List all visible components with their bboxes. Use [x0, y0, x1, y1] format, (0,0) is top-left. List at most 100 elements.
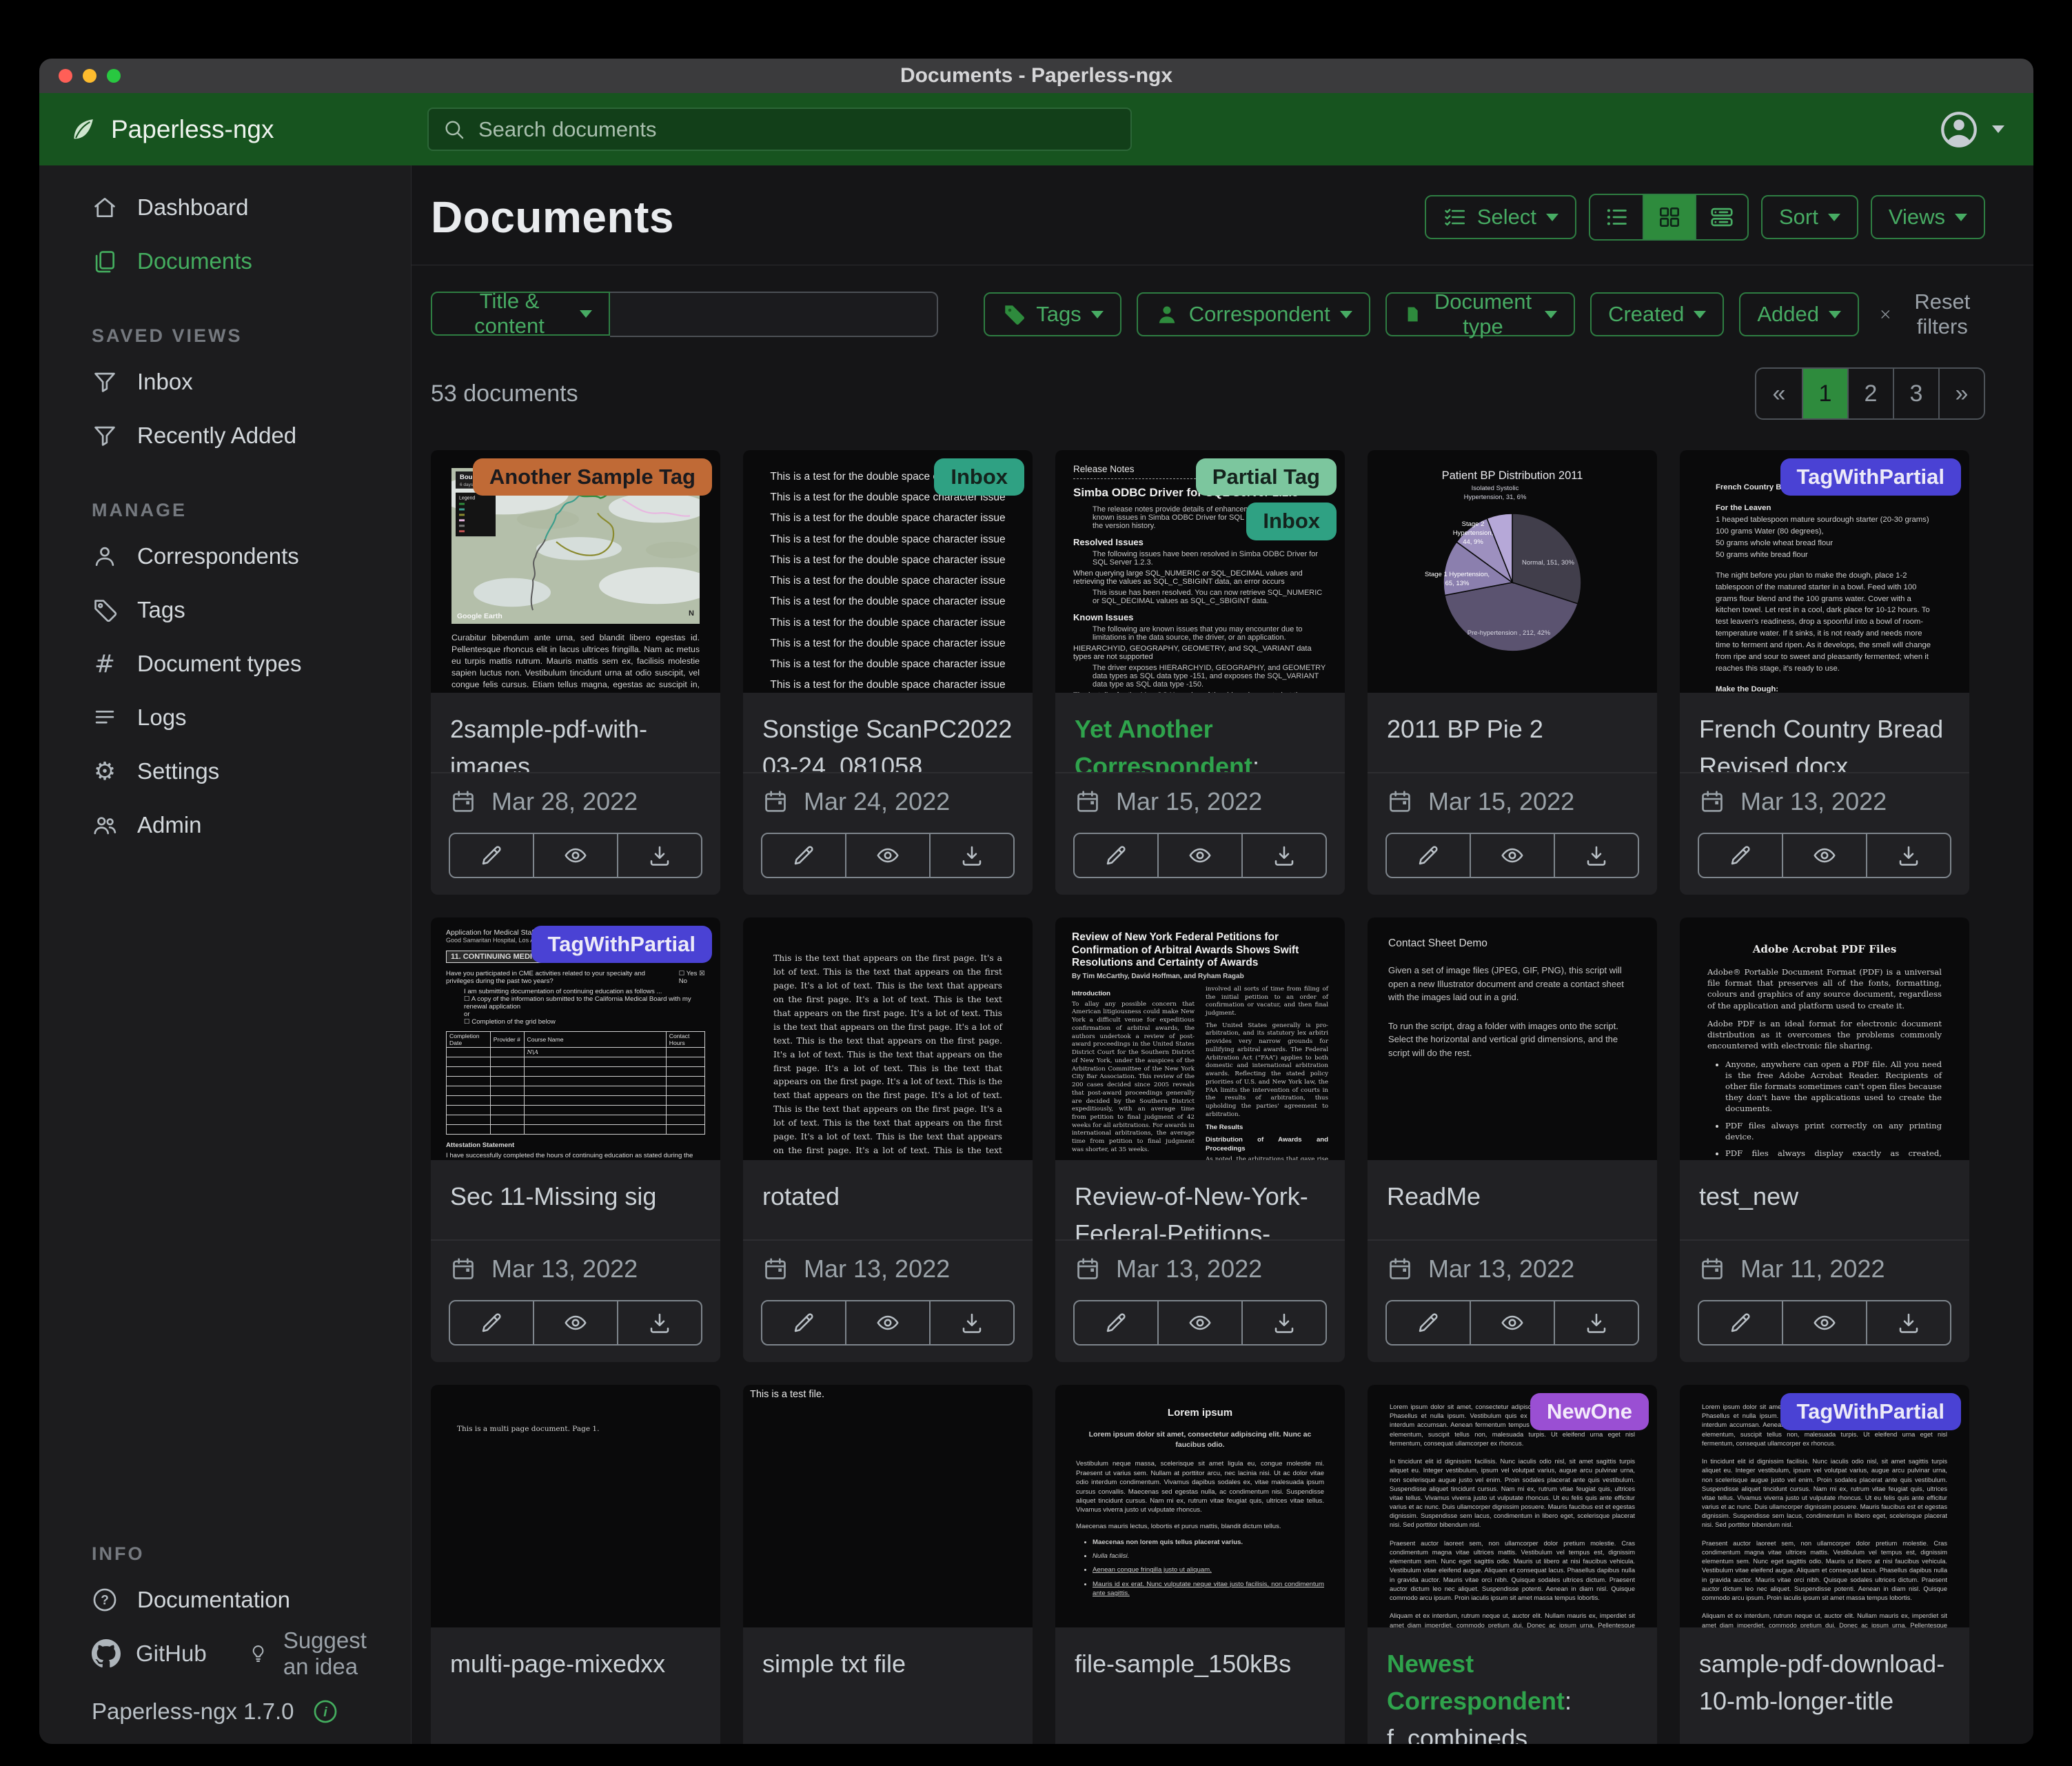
document-title[interactable]: Sec 11-Missing sig	[450, 1178, 701, 1215]
filter-field-dropdown[interactable]: Title & content	[431, 292, 610, 336]
document-thumbnail[interactable]: This is a test file.	[743, 1385, 1033, 1627]
correspondent-link[interactable]: Newest Correspondent	[1387, 1650, 1565, 1715]
document-title[interactable]: rotated	[762, 1178, 1013, 1215]
list-view-button[interactable]	[1590, 195, 1643, 239]
sidebar-item-documents[interactable]: Documents	[39, 234, 411, 288]
edit-button[interactable]	[1699, 834, 1782, 877]
view-button[interactable]	[1470, 834, 1554, 877]
edit-button[interactable]	[1387, 1301, 1470, 1344]
document-title[interactable]: Sonstige ScanPC2022 03-24_081058	[762, 711, 1013, 772]
brand-logo[interactable]: Paperless-ngx	[68, 115, 274, 144]
document-title[interactable]: Yet Another Correspondent: Testing Email	[1075, 711, 1326, 772]
tag-badge[interactable]: Inbox	[934, 458, 1024, 496]
document-title[interactable]: multi-page-mixedxx	[450, 1645, 701, 1683]
edit-button[interactable]	[1699, 1301, 1782, 1344]
tag-badge[interactable]: Partial Tag	[1196, 458, 1337, 496]
sidebar-item-logs[interactable]: Logs	[39, 691, 411, 744]
zoom-window-button[interactable]	[107, 69, 121, 83]
view-button[interactable]	[1470, 1301, 1554, 1344]
document-title[interactable]: sample-pdf-download-10-mb-longer-title	[1699, 1645, 1950, 1720]
document-title[interactable]: file-sample_150kBs	[1075, 1645, 1326, 1683]
pagination-page-2[interactable]: 2	[1847, 369, 1893, 418]
view-button[interactable]	[1782, 1301, 1866, 1344]
view-button[interactable]	[533, 1301, 617, 1344]
sidebar-item-admin[interactable]: Admin	[39, 798, 411, 852]
document-thumbnail[interactable]: This is the text that appears on the fir…	[743, 917, 1033, 1160]
detail-view-button[interactable]	[1695, 195, 1747, 239]
tag-badge[interactable]: Inbox	[1246, 503, 1337, 540]
filter-added-dropdown[interactable]: Added	[1739, 292, 1859, 336]
user-menu[interactable]	[1938, 109, 2004, 150]
tag-badge[interactable]: TagWithPartial	[1780, 458, 1961, 496]
view-button[interactable]	[1157, 834, 1241, 877]
filter-created-dropdown[interactable]: Created	[1590, 292, 1724, 336]
pagination-page-3[interactable]: 3	[1893, 369, 1938, 418]
document-title[interactable]: Review-of-New-York-Federal-Petitions-art…	[1075, 1178, 1326, 1239]
pagination-page-1[interactable]: 1	[1802, 369, 1847, 418]
sidebar-item-recently-added[interactable]: Recently Added	[39, 409, 411, 463]
pagination-prev[interactable]: «	[1756, 369, 1802, 418]
sidebar-item-suggest-idea[interactable]: Suggest an idea	[248, 1627, 397, 1680]
document-title[interactable]: simple txt file	[762, 1645, 1013, 1683]
sidebar-item-tags[interactable]: Tags	[39, 583, 411, 637]
tag-badge[interactable]: NewOne	[1530, 1393, 1649, 1430]
view-button[interactable]	[845, 1301, 929, 1344]
download-button[interactable]	[617, 834, 701, 877]
tag-badge[interactable]: Another Sample Tag	[473, 458, 712, 496]
sidebar-item-document-types[interactable]: # Document types	[39, 637, 411, 691]
download-button[interactable]	[1866, 1301, 1950, 1344]
filter-text-input[interactable]	[610, 292, 938, 337]
edit-button[interactable]	[1075, 834, 1157, 877]
filter-doctype-dropdown[interactable]: Document type	[1385, 292, 1575, 336]
sidebar-item-correspondents[interactable]: Correspondents	[39, 529, 411, 583]
view-button[interactable]	[1157, 1301, 1241, 1344]
views-button[interactable]: Views	[1871, 195, 1985, 239]
view-button[interactable]	[845, 834, 929, 877]
edit-button[interactable]	[1075, 1301, 1157, 1344]
document-thumbnail[interactable]: Lorem ipsum Lorem ipsum dolor sit amet, …	[1055, 1385, 1345, 1627]
download-button[interactable]	[617, 1301, 701, 1344]
sort-button[interactable]: Sort	[1761, 195, 1858, 239]
download-button[interactable]	[1866, 834, 1950, 877]
sidebar-item-documentation[interactable]: Documentation	[39, 1573, 411, 1627]
info-icon[interactable]	[312, 1698, 338, 1725]
document-title[interactable]: French Country Bread Revised.docx	[1699, 711, 1950, 772]
document-title[interactable]: 2011 BP Pie 2	[1387, 711, 1638, 748]
edit-button[interactable]	[1387, 834, 1470, 877]
document-title[interactable]: Newest Correspondent: f_combineds	[1387, 1645, 1638, 1744]
download-button[interactable]	[1241, 1301, 1326, 1344]
tag-badge[interactable]: TagWithPartial	[1780, 1393, 1961, 1430]
search-input[interactable]	[477, 116, 1117, 143]
download-button[interactable]	[1554, 1301, 1638, 1344]
tag-badge[interactable]: TagWithPartial	[531, 926, 712, 963]
download-button[interactable]	[1554, 834, 1638, 877]
grid-view-button[interactable]	[1643, 195, 1695, 239]
download-button[interactable]	[929, 834, 1013, 877]
pagination-next[interactable]: »	[1938, 369, 1984, 418]
document-title[interactable]: test_new	[1699, 1178, 1950, 1215]
reset-filters-button[interactable]: Reset filters	[1874, 289, 1985, 340]
document-thumbnail[interactable]: Patient BP Distribution 2011 Normal, 151…	[1368, 450, 1657, 693]
sidebar-item-inbox[interactable]: Inbox	[39, 355, 411, 409]
edit-button[interactable]	[450, 1301, 533, 1344]
document-title[interactable]: 2sample-pdf-with-images	[450, 711, 701, 772]
document-title[interactable]: ReadMe	[1387, 1178, 1638, 1215]
download-button[interactable]	[929, 1301, 1013, 1344]
document-thumbnail[interactable]: Contact Sheet Demo Given a set of image …	[1368, 917, 1657, 1160]
close-window-button[interactable]	[59, 69, 72, 83]
select-button[interactable]: Select	[1425, 195, 1576, 239]
edit-button[interactable]	[762, 1301, 845, 1344]
global-search[interactable]	[427, 108, 1132, 151]
view-button[interactable]	[533, 834, 617, 877]
correspondent-link[interactable]: Yet Another Correspondent	[1075, 715, 1252, 772]
sidebar-item-dashboard[interactable]: Dashboard	[39, 181, 411, 234]
edit-button[interactable]	[762, 834, 845, 877]
filter-correspondent-dropdown[interactable]: Correspondent	[1137, 292, 1370, 336]
document-thumbnail[interactable]: Review of New York Federal Petitions for…	[1055, 917, 1345, 1160]
sidebar-item-github[interactable]: GitHub	[92, 1639, 207, 1668]
filter-tags-dropdown[interactable]: Tags	[984, 292, 1121, 336]
download-button[interactable]	[1241, 834, 1326, 877]
edit-button[interactable]	[450, 834, 533, 877]
sidebar-item-settings[interactable]: ⚙ Settings	[39, 744, 411, 798]
document-thumbnail[interactable]: This is a multi page document. Page 1.	[431, 1385, 720, 1627]
